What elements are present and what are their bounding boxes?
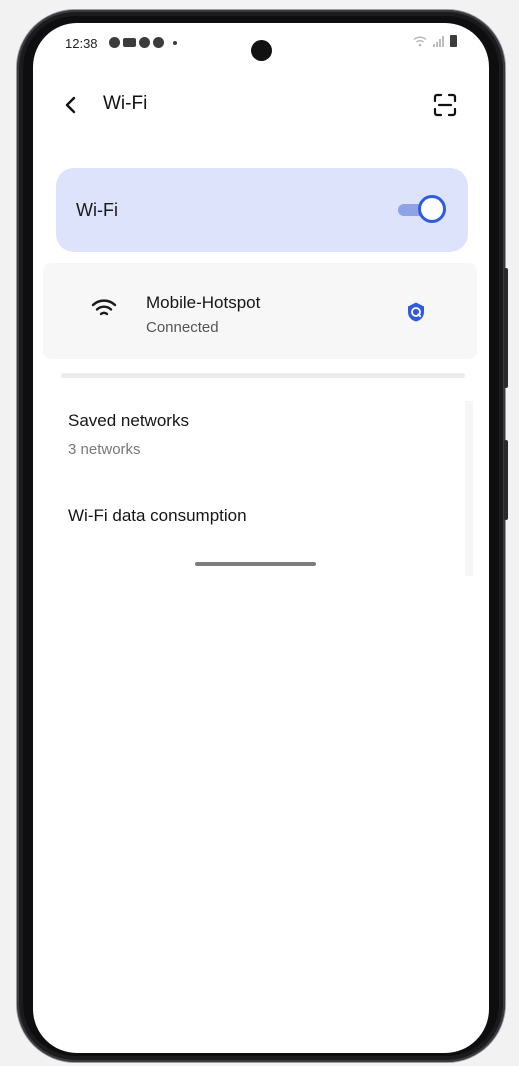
connected-network-row[interactable]: Mobile-Hotspot Connected: [43, 263, 477, 359]
notification-icon: [123, 38, 136, 47]
section-divider: [61, 373, 465, 378]
saved-networks-count: 3 networks: [68, 441, 141, 458]
more-notifications-dot: [173, 40, 177, 45]
status-right-icons: [413, 35, 457, 47]
notification-icons: [109, 37, 177, 48]
network-status: Connected: [146, 319, 219, 336]
home-indicator: [195, 562, 316, 566]
page-title: Wi-Fi: [103, 93, 148, 114]
status-time: 12:38: [65, 36, 98, 51]
back-icon: [65, 96, 76, 114]
notification-icon: [109, 37, 120, 48]
notification-icon: [139, 37, 150, 48]
wifi-toggle-switch[interactable]: [398, 195, 446, 223]
saved-networks-title[interactable]: Saved networks: [68, 411, 189, 431]
status-bar: 12:38: [33, 23, 489, 63]
wifi-toggle-label: Wi-Fi: [76, 200, 118, 220]
qr-scan-button[interactable]: [431, 91, 459, 119]
wifi-signal-icon: [91, 299, 117, 316]
wifi-data-consumption-item[interactable]: Wi-Fi data consumption: [68, 506, 247, 526]
volume-button: [504, 268, 508, 388]
shield-icon: [408, 302, 424, 322]
wifi-status-icon: [413, 36, 427, 47]
notification-icon: [153, 37, 164, 48]
qr-scan-icon: [433, 93, 457, 117]
app-bar: Wi-Fi: [33, 85, 489, 125]
network-name: Mobile-Hotspot: [146, 293, 261, 312]
scrollbar-track: [465, 401, 473, 576]
back-button[interactable]: [59, 91, 83, 119]
front-camera: [251, 40, 272, 61]
network-settings-button[interactable]: [405, 301, 427, 323]
screen: 12:38 Wi-Fi Wi-Fi Mobile-Hotspot Connect…: [33, 23, 489, 1053]
wifi-master-toggle-row[interactable]: Wi-Fi: [56, 168, 468, 252]
power-button: [504, 440, 508, 520]
cell-signal-icon: [433, 35, 444, 47]
toggle-knob: [418, 195, 446, 223]
battery-icon: [450, 35, 457, 47]
